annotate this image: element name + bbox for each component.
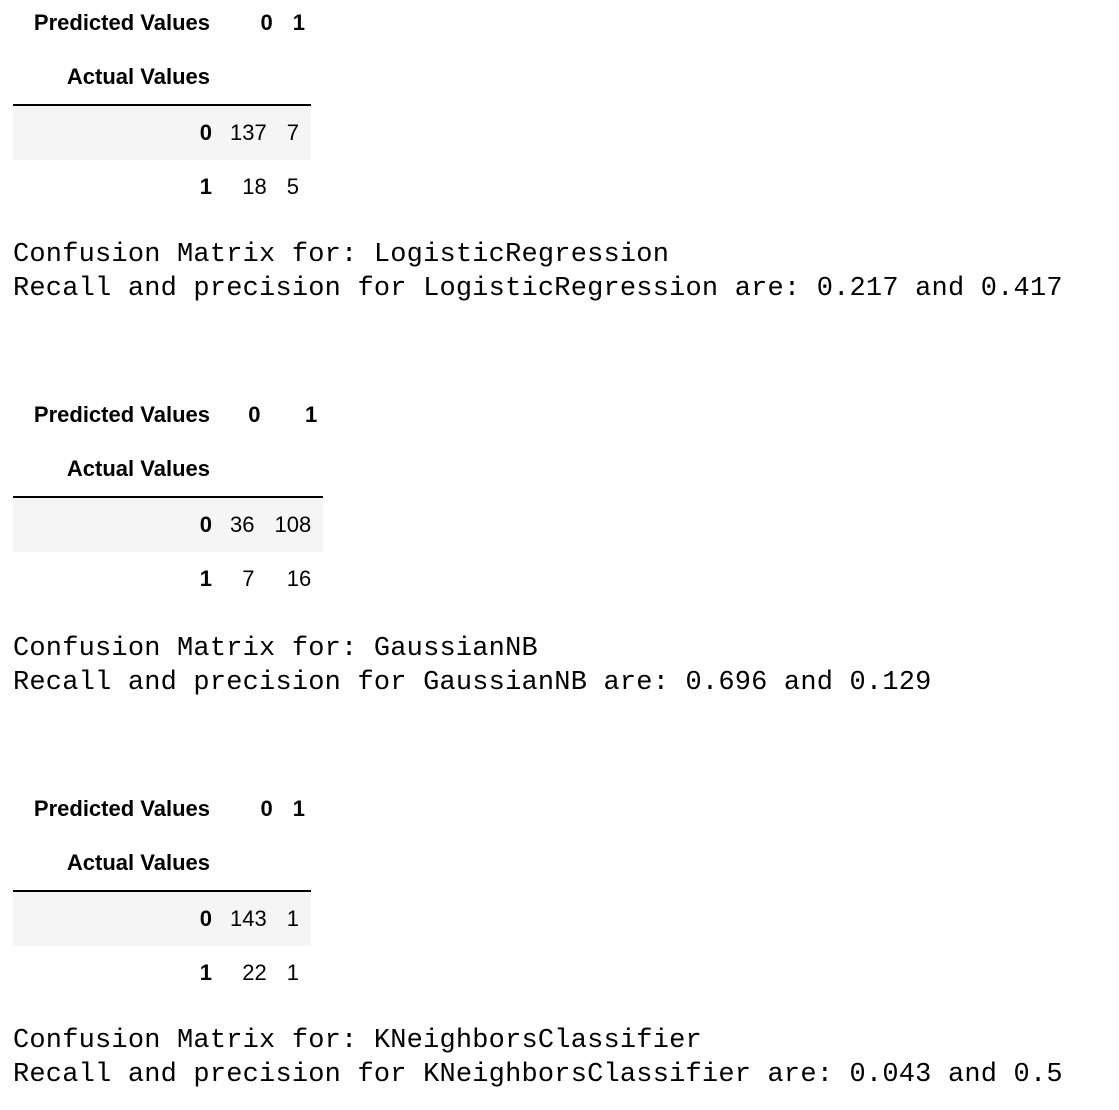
recall-precision-line: Recall and precision for KNeighborsClass…	[13, 1060, 1063, 1090]
table-row: 0 137 7	[13, 105, 311, 160]
output-block-kneighbors: Predicted Values 0 1 Actual Values 0 143…	[13, 782, 311, 1000]
table-row: 0 143 1	[13, 891, 311, 946]
table-cell: 7	[242, 566, 255, 591]
index-name-header: Actual Values	[13, 836, 222, 892]
index-name-header: Actual Values	[13, 50, 222, 106]
recall-precision-line: Recall and precision for GaussianNB are:…	[13, 668, 932, 698]
table-row: 0 36 108	[13, 497, 324, 552]
row-label: 0	[13, 891, 222, 946]
confusion-matrix-title: Confusion Matrix for: LogisticRegression	[13, 240, 670, 270]
confusion-matrix-title: Confusion Matrix for: KNeighborsClassifi…	[13, 1026, 702, 1056]
table-cell: 1	[278, 891, 311, 946]
table-row: 1 18 5	[13, 160, 311, 214]
row-label: 1	[199, 174, 212, 199]
output-block-gaussian-nb: Predicted Values 0 1 Actual Values 0 36 …	[13, 388, 324, 606]
columns-name-header: Predicted Values	[33, 10, 210, 35]
row-label: 1	[199, 566, 212, 591]
table-row: 1 7 16	[13, 552, 323, 606]
table-cell: 108	[266, 497, 324, 552]
table-cell: 1	[286, 960, 299, 985]
column-header: 1	[292, 796, 305, 821]
column-header: 0	[260, 10, 273, 35]
stdout-block: Confusion Matrix for: GaussianNB Recall …	[13, 632, 932, 700]
row-label: 1	[199, 960, 212, 985]
table-cell: 36	[222, 497, 267, 552]
stdout-block: Confusion Matrix for: KNeighborsClassifi…	[13, 1024, 1063, 1092]
table-row: 1 22 1	[13, 946, 311, 1000]
column-header: 1	[304, 402, 318, 427]
columns-name-header: Predicted Values	[33, 402, 210, 427]
table-cell: 22	[242, 960, 267, 985]
stdout-block: Confusion Matrix for: LogisticRegression…	[13, 238, 1063, 306]
column-header: 1	[292, 10, 305, 35]
column-header: 0	[260, 796, 273, 821]
table-cell: 7	[278, 105, 311, 160]
table-cell: 18	[242, 174, 267, 199]
columns-name-header: Predicted Values	[33, 796, 210, 821]
table-cell: 143	[222, 891, 279, 946]
row-label: 0	[13, 497, 222, 552]
table-cell: 5	[286, 174, 299, 199]
confusion-matrix-table: Predicted Values 0 1 Actual Values 0 36 …	[13, 388, 324, 606]
confusion-matrix-title: Confusion Matrix for: GaussianNB	[13, 634, 538, 664]
confusion-matrix-table: Predicted Values 0 1 Actual Values 0 137…	[13, 0, 311, 214]
confusion-matrix-table: Predicted Values 0 1 Actual Values 0 143…	[13, 782, 311, 1000]
recall-precision-line: Recall and precision for LogisticRegress…	[13, 274, 1063, 304]
column-header: 0	[248, 402, 261, 427]
table-cell: 137	[222, 105, 279, 160]
row-label: 0	[13, 105, 222, 160]
index-name-header: Actual Values	[13, 442, 222, 498]
table-cell: 16	[286, 566, 312, 591]
output-block-logistic-regression: Predicted Values 0 1 Actual Values 0 137…	[13, 0, 311, 214]
